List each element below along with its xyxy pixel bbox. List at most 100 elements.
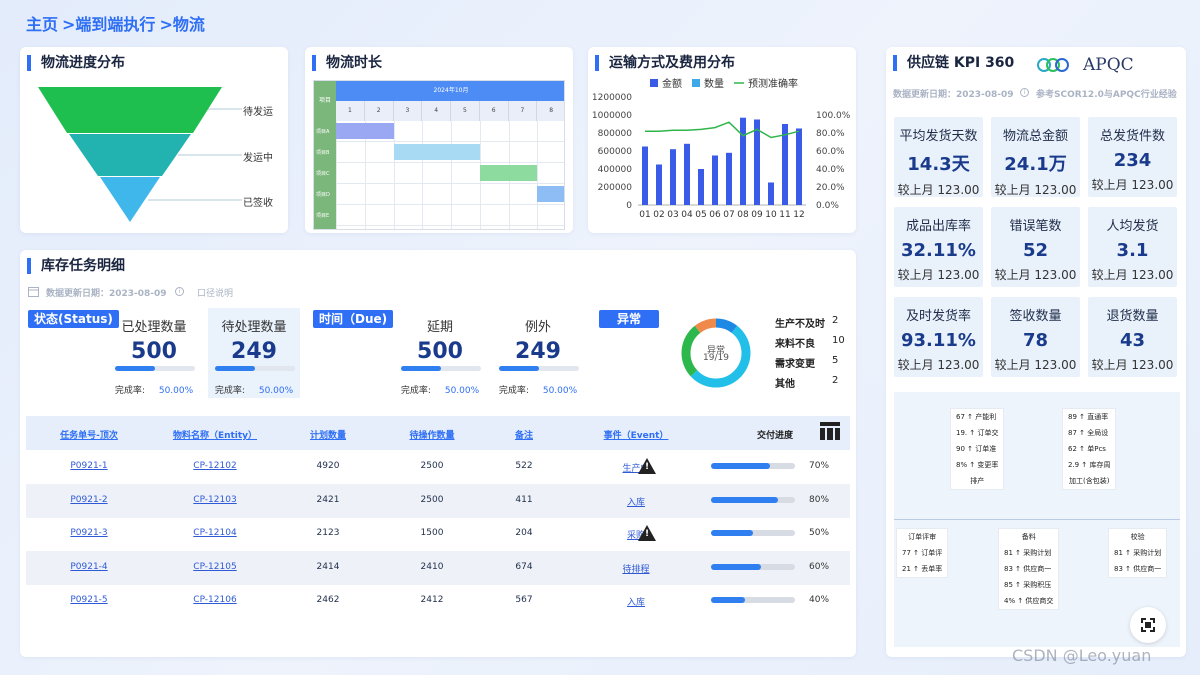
fishbone-bottom-box: 校验 81 ↑ 采购计划 83 ↑ 供应商一 bbox=[1108, 528, 1168, 578]
cell-id[interactable]: P0921-3 bbox=[29, 528, 149, 538]
table-row[interactable]: P0921-5 CP-12106 2462 2412 567 入库 40% bbox=[26, 584, 850, 618]
kpi-name: 退货数量 bbox=[1106, 309, 1159, 324]
table-row[interactable]: P0921-2 CP-12103 2421 2500 411 入库 80% bbox=[26, 483, 850, 518]
gantt-gridline bbox=[336, 162, 564, 163]
calendar-icon bbox=[28, 287, 39, 297]
kpi-card[interactable]: 退货数量 43 较上月 123.00 bbox=[1088, 297, 1177, 377]
bar-amount[interactable] bbox=[754, 119, 760, 206]
kpi-value: 78 bbox=[1022, 330, 1049, 351]
bar-amount[interactable] bbox=[656, 164, 662, 206]
table-column-header[interactable]: 备注 bbox=[464, 428, 584, 441]
stat-card[interactable]: 延期 500 完成率: 50.00% bbox=[394, 308, 486, 398]
gantt-col-header: 项目 bbox=[318, 97, 331, 104]
cell-id[interactable]: P0921-5 bbox=[29, 595, 149, 605]
cell-event[interactable]: 入库 bbox=[576, 495, 696, 508]
table-row[interactable]: P0921-3 CP-12104 2123 1500 204 采购! 50% bbox=[26, 517, 850, 551]
x-tick: 09 bbox=[751, 210, 763, 220]
kpi-compare: 较上月 123.00 bbox=[994, 268, 1077, 282]
kpi-compare: 较上月 123.00 bbox=[897, 268, 980, 282]
bar-amount[interactable] bbox=[642, 146, 648, 206]
gantt-item: 项目A bbox=[316, 129, 330, 135]
line-accuracy[interactable] bbox=[645, 121, 800, 139]
cell-entity[interactable]: CP-12105 bbox=[155, 562, 275, 572]
bar-amount[interactable] bbox=[768, 182, 774, 206]
kpi-value: 24.1万 bbox=[1004, 154, 1067, 175]
cell-note: 411 bbox=[515, 494, 533, 505]
bar-amount[interactable] bbox=[796, 128, 802, 206]
cell-event[interactable]: 入库 bbox=[576, 595, 696, 608]
donut-legend-value: 2 bbox=[832, 315, 839, 326]
table-column-header[interactable]: 事件（Event） bbox=[576, 428, 696, 441]
gantt-gridline bbox=[393, 121, 395, 229]
fishbone-stage: 备料 bbox=[1021, 533, 1036, 541]
cell-id[interactable]: P0921-4 bbox=[29, 562, 149, 572]
table-column-header[interactable]: 任务单号-顶次 bbox=[29, 428, 149, 441]
y-tick-left: 600000 bbox=[598, 147, 633, 157]
bar-amount[interactable] bbox=[782, 124, 788, 205]
delivery-progress-fill bbox=[711, 563, 762, 570]
gantt-bar[interactable] bbox=[537, 186, 564, 202]
cell-entity[interactable]: CP-12102 bbox=[155, 461, 275, 471]
table-column-header[interactable]: 物料名称（Entity） bbox=[155, 428, 275, 441]
table-row[interactable]: P0921-1 CP-12102 4920 2500 522 生产中! 70% bbox=[26, 450, 850, 484]
info-icon[interactable]: i bbox=[1020, 88, 1029, 97]
stat-rate-value: 50.00% bbox=[444, 386, 480, 396]
fishbone-bottom-box: 订单评审 77 ↑ 订单评 21 ↑ 丢单率 bbox=[896, 528, 949, 578]
watermark: CSDN @Leo.yuan bbox=[1012, 646, 1152, 665]
cell-entity[interactable]: CP-12106 bbox=[155, 595, 275, 605]
cell-id[interactable]: P0921-2 bbox=[29, 495, 149, 505]
kpi-card[interactable]: 物流总金额 24.1万 较上月 123.00 bbox=[991, 117, 1080, 197]
gantt-bar[interactable] bbox=[336, 123, 394, 139]
donut-segment[interactable] bbox=[715, 318, 738, 334]
gantt-bar[interactable] bbox=[479, 165, 538, 181]
stat-card[interactable]: 已处理数量 500 完成率: 50.00% bbox=[108, 308, 200, 398]
kpi-card[interactable]: 平均发货天数 14.3天 较上月 123.00 bbox=[894, 117, 983, 197]
cell-entity[interactable]: CP-12103 bbox=[155, 495, 275, 505]
kpi-card[interactable]: 及时发货率 93.11% 较上月 123.00 bbox=[894, 297, 983, 377]
kpi-card[interactable]: 成品出库率 32.11% 较上月 123.00 bbox=[894, 207, 983, 287]
table-row[interactable]: P0921-4 CP-12105 2414 2410 674 待排程 60% bbox=[26, 550, 850, 585]
bar-amount[interactable] bbox=[684, 143, 690, 205]
kpi-card[interactable]: 人均发货 3.1 较上月 123.00 bbox=[1088, 207, 1177, 287]
funnel-stage-signed[interactable] bbox=[100, 177, 160, 222]
cell-entity[interactable]: CP-12104 bbox=[155, 528, 275, 538]
kpi-name: 平均发货天数 bbox=[899, 129, 978, 144]
kpi-card[interactable]: 签收数量 78 较上月 123.00 bbox=[991, 297, 1080, 377]
breadcrumb-logistics[interactable]: >物流 bbox=[159, 15, 204, 34]
funnel-stage-pending[interactable] bbox=[38, 87, 222, 133]
stat-value: 249 bbox=[231, 339, 277, 364]
table-column-header[interactable]: 交付进度 bbox=[715, 428, 835, 441]
kpi-card[interactable]: 总发货件数 234 较上月 123.00 bbox=[1088, 117, 1177, 197]
legend-swatch bbox=[692, 79, 700, 87]
gantt-bar[interactable] bbox=[393, 144, 480, 160]
cell-event[interactable]: 生产中 bbox=[576, 461, 696, 474]
cell-event[interactable]: 待排程 bbox=[576, 562, 696, 575]
stat-name: 已处理数量 bbox=[121, 320, 187, 335]
info-icon[interactable]: i bbox=[175, 287, 184, 296]
breadcrumb-home[interactable]: 主页 bbox=[26, 15, 58, 34]
caliber-link[interactable]: 口径说明 bbox=[197, 286, 233, 299]
cell-event[interactable]: 采购 bbox=[576, 528, 696, 541]
bar-amount[interactable] bbox=[726, 152, 732, 205]
fishbone-metric: 87 ↑ 全局设 bbox=[1068, 429, 1109, 437]
funnel-stage-shipping[interactable] bbox=[69, 134, 191, 176]
bar-amount[interactable] bbox=[670, 149, 676, 205]
donut-legend-value: 10 bbox=[832, 335, 845, 346]
bar-amount[interactable] bbox=[712, 155, 718, 206]
stat-card[interactable]: 待处理数量 249 完成率: 50.00% bbox=[208, 308, 300, 398]
bar-amount[interactable] bbox=[740, 117, 746, 205]
stat-progress-fill bbox=[499, 366, 539, 371]
bar-amount[interactable] bbox=[698, 169, 704, 205]
stat-rate-value: 50.00% bbox=[158, 386, 194, 396]
table-icon[interactable] bbox=[820, 422, 840, 440]
donut-segment[interactable] bbox=[694, 318, 717, 334]
fullscreen-button[interactable] bbox=[1130, 607, 1166, 643]
table-column-header[interactable]: 计划数量 bbox=[268, 428, 388, 441]
breadcrumb-e2e[interactable]: >端到端执行 bbox=[62, 15, 155, 34]
cell-id[interactable]: P0921-1 bbox=[29, 461, 149, 471]
stat-card[interactable]: 例外 249 完成率: 50.00% bbox=[492, 308, 584, 398]
stat-rate: 完成率: 50.00% bbox=[492, 383, 584, 396]
kpi-card[interactable]: 错误笔数 52 较上月 123.00 bbox=[991, 207, 1080, 287]
delivery-progress bbox=[711, 597, 795, 603]
fishbone-metric: 19. ↑ 订单交 bbox=[956, 429, 999, 437]
